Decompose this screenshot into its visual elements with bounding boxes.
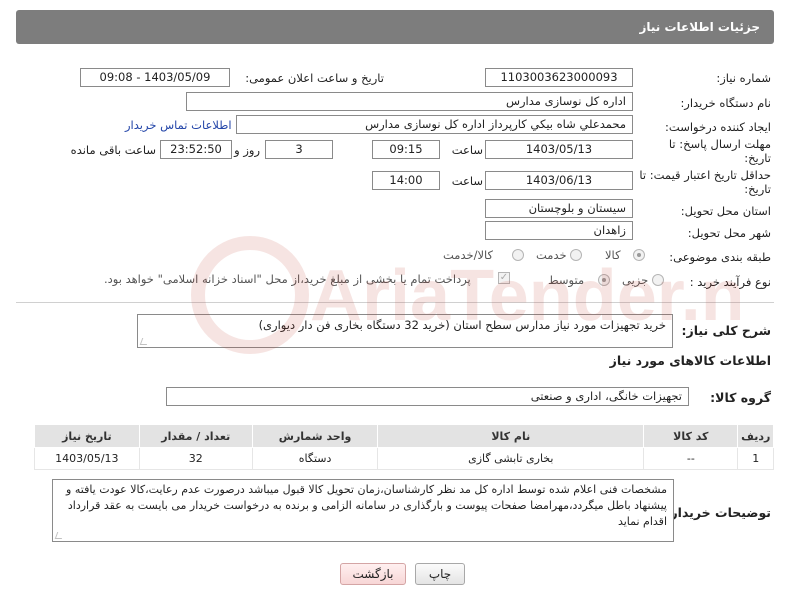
buyer-org-field[interactable]: اداره کل نوسازی مدارس	[186, 92, 633, 111]
page-title-bar: جزئیات اطلاعات نیاز	[16, 10, 774, 44]
goods-group-field[interactable]: تجهیزات خانگی، اداری و صنعتی	[166, 387, 689, 406]
treasury-note: پرداخت تمام یا بخشی از مبلغ خرید،از محل …	[104, 272, 471, 286]
category-option-goods-service: کالا/خدمت	[443, 248, 494, 262]
reply-deadline-time-field[interactable]: 09:15	[372, 140, 440, 159]
reply-days-field[interactable]: 3	[265, 140, 333, 159]
goods-table-header: ردیف کد کالا نام کالا واحد شمارش تعداد /…	[34, 424, 774, 448]
resize-grip-icon[interactable]	[54, 532, 65, 539]
province-label: استان محل تحویل:	[680, 204, 771, 218]
price-validity-label: حداقل تاریخ اعتبار قیمت: تا	[639, 168, 771, 182]
cell-date: 1403/05/13	[34, 447, 140, 470]
treasury-checkbox[interactable]: ✓	[498, 272, 510, 284]
purchase-option-medium: متوسط	[548, 273, 585, 287]
col-header-name: نام کالا	[377, 424, 645, 448]
buyer-contact-link[interactable]: اطلاعات تماس خریدار	[125, 118, 232, 132]
remaining-time-label: ساعت باقی مانده	[70, 143, 156, 157]
col-header-row: ردیف	[737, 424, 774, 448]
buyer-notes-label: توضیحات خریدار:	[665, 505, 771, 520]
cell-qty: 32	[138, 447, 253, 470]
col-header-qty: تعداد / مقدار	[138, 424, 253, 448]
goods-group-label: گروه کالا:	[710, 390, 771, 405]
goods-table: ردیف کد کالا نام کالا واحد شمارش تعداد /…	[34, 424, 774, 470]
reply-deadline-label-date: تاریخ:	[744, 151, 771, 165]
buyer-org-label: نام دستگاه خریدار:	[680, 96, 771, 110]
reply-deadline-time-label: ساعت	[451, 143, 483, 157]
description-text: خرید تجهیزات مورد نیاز مدارس سطح استان (…	[258, 318, 666, 332]
price-validity-time-label: ساعت	[451, 174, 483, 188]
back-button[interactable]: بازگشت	[340, 563, 406, 585]
price-validity-date-field[interactable]: 1403/06/13	[485, 171, 633, 190]
category-radio-goods[interactable]	[633, 249, 645, 261]
buyer-notes-text: مشخصات فنی اعلام شده توسط اداره کل مد نظ…	[66, 483, 667, 528]
col-header-code: کد کالا	[643, 424, 739, 448]
requester-field[interactable]: محمدعلي شاه بيکي کارپرداز اداره کل نوساز…	[236, 115, 633, 134]
reply-deadline-date-field[interactable]: 1403/05/13	[485, 140, 633, 159]
remaining-time-field[interactable]: 23:52:50	[160, 140, 232, 159]
purchase-option-minor: جزیی	[622, 273, 649, 287]
announce-datetime-field[interactable]: 1403/05/09 - 09:08	[80, 68, 230, 87]
city-field[interactable]: زاهدان	[485, 221, 633, 240]
need-number-label: شماره نیاز:	[716, 71, 771, 85]
purchase-process-label: نوع فرآیند خرید :	[689, 275, 771, 289]
category-radio-service[interactable]	[570, 249, 582, 261]
need-number-field[interactable]: 1103003623000093	[485, 68, 633, 87]
purchase-radio-medium[interactable]	[598, 274, 610, 286]
buyer-notes-field[interactable]: مشخصات فنی اعلام شده توسط اداره کل مد نظ…	[52, 479, 674, 542]
category-option-service: خدمت	[536, 248, 567, 262]
category-radio-goods-service[interactable]	[512, 249, 524, 261]
purchase-radio-minor[interactable]	[652, 274, 664, 286]
description-label: شرح کلی نیاز:	[681, 323, 771, 338]
city-label: شهر محل تحویل:	[687, 226, 771, 240]
section-divider	[16, 302, 774, 303]
goods-section-title: اطلاعات کالاهای مورد نیاز	[609, 353, 771, 368]
page-title: جزئیات اطلاعات نیاز	[639, 20, 760, 34]
announce-datetime-label: تاریخ و ساعت اعلان عمومی:	[245, 71, 384, 85]
resize-grip-icon[interactable]	[139, 338, 150, 345]
cell-code: --	[643, 447, 739, 470]
table-row[interactable]: 1 -- بخاری تابشی گازی دستگاه 32 1403/05/…	[34, 447, 774, 470]
reply-days-label: روز و	[234, 143, 260, 157]
col-header-unit: واحد شمارش	[251, 424, 379, 448]
category-label: طبقه بندی موضوعی:	[669, 250, 771, 264]
reply-deadline-label: مهلت ارسال پاسخ: تا	[668, 137, 771, 151]
category-option-goods: کالا	[605, 248, 621, 262]
price-validity-label-date: تاریخ:	[744, 182, 771, 196]
cell-name: بخاری تابشی گازی	[377, 447, 645, 470]
print-button[interactable]: چاپ	[415, 563, 465, 585]
cell-row-number: 1	[737, 447, 774, 470]
requester-label: ایجاد کننده درخواست:	[665, 120, 771, 134]
cell-unit: دستگاه	[251, 447, 379, 470]
col-header-date: تاریخ نیاز	[34, 424, 140, 448]
province-field[interactable]: سیستان و بلوچستان	[485, 199, 633, 218]
description-field[interactable]: خرید تجهیزات مورد نیاز مدارس سطح استان (…	[137, 314, 673, 348]
price-validity-time-field[interactable]: 14:00	[372, 171, 440, 190]
